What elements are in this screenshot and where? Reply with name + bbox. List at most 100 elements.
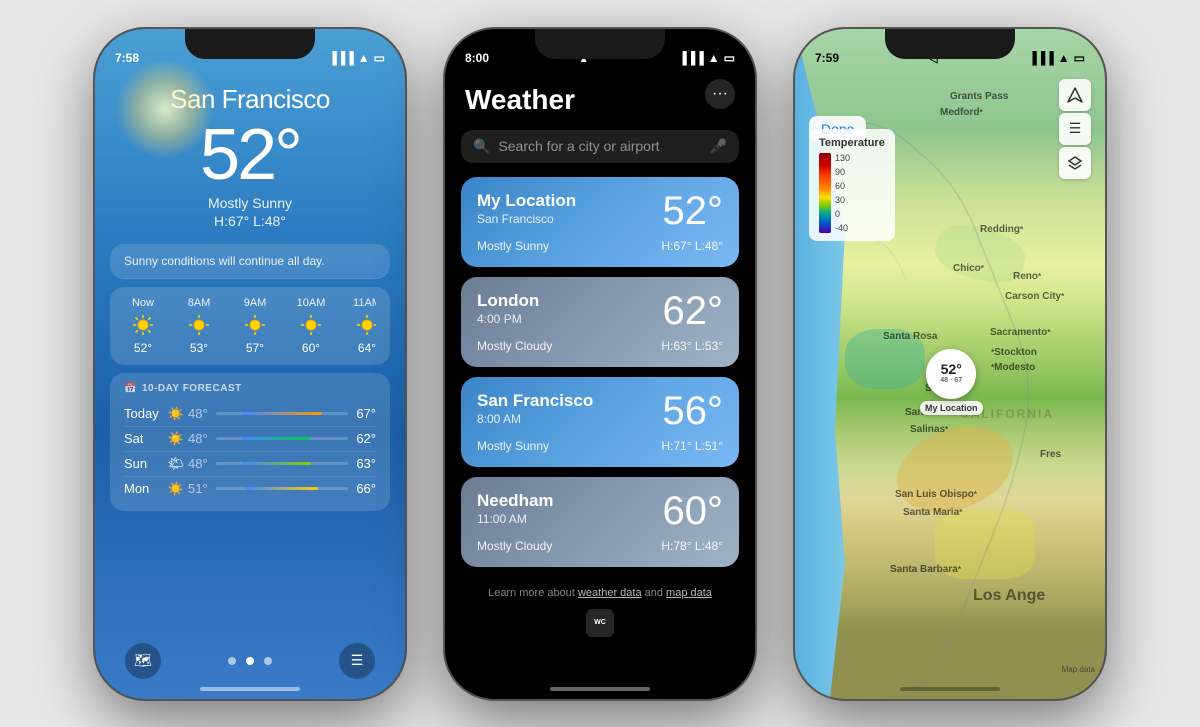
forecast-hi: 67° <box>356 406 376 421</box>
bottom-toolbar: 🗺 ☰ <box>95 643 405 679</box>
forecast-header-text: 10-DAY FORECAST <box>142 383 242 394</box>
hourly-forecast[interactable]: Now 52° <box>110 287 390 365</box>
city-card-my-location[interactable]: My Location San Francisco 52° Mostly Sun… <box>461 177 739 267</box>
layers-icon <box>1067 155 1083 171</box>
city-card-info: Needham 11:00 AM <box>477 491 554 526</box>
forecast-lo: 51° <box>188 481 208 496</box>
forecast-day: Sat <box>124 431 164 446</box>
ten-day-forecast: 📅 10-DAY FORECAST Today ☀️ 48° 67° Sat ☀… <box>110 373 390 511</box>
temp-label-60: 60 <box>835 181 850 191</box>
temp-labels: 130 90 60 30 0 -40 <box>835 153 850 233</box>
city-card-hilo: H:67° L:48° <box>661 239 723 253</box>
city-card-time: 11:00 AM <box>477 512 554 526</box>
city-card-temp: 62° <box>663 291 724 331</box>
map-label-modesto: *Modesto <box>991 362 1035 373</box>
map-attribution: Map data <box>1062 665 1095 674</box>
hour-label: 8AM <box>188 297 211 309</box>
map-label-redding: Redding* <box>980 224 1023 235</box>
phone-2-screen: 8:00 ▲ ▐▐▐ ▲ ▭ ··· Weather 🔍 Search for … <box>445 29 755 699</box>
forecast-icon-sun: ☀️ <box>164 406 188 422</box>
list-button[interactable]: ☰ <box>339 643 375 679</box>
calendar-icon: 📅 <box>124 383 137 394</box>
hour-item-now: Now 52° <box>124 297 162 355</box>
page-dot-1 <box>228 657 236 665</box>
weather-list-title: Weather <box>461 84 739 116</box>
city-card-temp: 56° <box>663 391 724 431</box>
phone-1-frame: 7:58 ▐▐▐ ▲ ▭ San Francisco 52° Mostly Su… <box>95 29 405 699</box>
city-card-condition: Mostly Sunny <box>477 439 549 453</box>
map-button[interactable]: 🗺 <box>125 643 161 679</box>
home-indicator-1 <box>200 687 300 691</box>
city-card-top: Needham 11:00 AM 60° <box>477 491 723 531</box>
location-arrow-button[interactable] <box>1059 79 1091 111</box>
city-card-needham[interactable]: Needham 11:00 AM 60° Mostly Cloudy H:78°… <box>461 477 739 567</box>
time-display: 7:58 <box>115 51 139 65</box>
battery-icon-2: ▭ <box>724 51 735 65</box>
wc-logo-text: WC <box>594 619 606 626</box>
pin-lo: 48 <box>940 377 948 385</box>
search-bar[interactable]: 🔍 Search for a city or airport 🎤 <box>461 130 739 163</box>
sun-icon-9am <box>244 314 266 336</box>
city-card-bottom: Mostly Cloudy H:63° L:53° <box>477 339 723 353</box>
hour-item-8am: 8AM 53° <box>180 297 218 355</box>
forecast-bar <box>216 462 349 465</box>
search-icon: 🔍 <box>473 138 490 155</box>
city-card-top: London 4:00 PM 62° <box>477 291 723 331</box>
wc-logo: WC <box>461 609 739 637</box>
pin-temperature: 52° <box>940 362 962 377</box>
forecast-day: Today <box>124 406 164 421</box>
search-input[interactable]: Search for a city or airport <box>498 138 701 154</box>
map-label-chico: Chico* <box>953 263 984 274</box>
city-card-hilo: H:63° L:53° <box>661 339 723 353</box>
city-card-name: San Francisco <box>477 391 593 411</box>
hour-temp: 52° <box>134 341 152 355</box>
forecast-bar-fill <box>242 412 322 415</box>
pin-label: My Location <box>920 401 983 415</box>
forecast-bar-fill <box>242 437 308 440</box>
weather-channel-logo: WC <box>586 609 614 637</box>
home-indicator-3 <box>900 687 1000 691</box>
forecast-icon-partly-cloudy: 🌤 <box>164 456 188 472</box>
more-options-button[interactable]: ··· <box>705 79 735 109</box>
map-label-fresno: Fres <box>1040 449 1061 460</box>
city-card-bottom: Mostly Cloudy H:78° L:48° <box>477 539 723 553</box>
page-dot-active <box>246 657 254 665</box>
city-card-london[interactable]: London 4:00 PM 62° Mostly Cloudy H:63° L… <box>461 277 739 367</box>
city-card-temp: 52° <box>663 191 724 231</box>
pin-separator: · <box>950 377 952 385</box>
city-card-san-francisco[interactable]: San Francisco 8:00 AM 56° Mostly Sunny H… <box>461 377 739 467</box>
signal-icon: ▐▐▐ <box>328 51 354 65</box>
temp-label-130: 130 <box>835 153 850 163</box>
weather-list-screen: 8:00 ▲ ▐▐▐ ▲ ▭ ··· Weather 🔍 Search for … <box>445 29 755 699</box>
notch-1 <box>185 29 315 59</box>
notch-3 <box>885 29 1015 59</box>
mic-icon[interactable]: 🎤 <box>710 138 727 155</box>
city-card-time: 4:00 PM <box>477 312 539 326</box>
hi-lo-display: H:67° L:48° <box>115 213 385 229</box>
weather-data-link[interactable]: weather data <box>578 587 642 599</box>
pin-hi: 67 <box>954 377 962 385</box>
notch-2 <box>535 29 665 59</box>
signal-icon-3: ▐▐▐ <box>1028 51 1054 65</box>
forecast-lo: 48° <box>188 406 208 421</box>
city-card-hilo: H:78° L:48° <box>661 539 723 553</box>
phone-1-screen: 7:58 ▐▐▐ ▲ ▭ San Francisco 52° Mostly Su… <box>95 29 405 699</box>
city-card-condition: Mostly Cloudy <box>477 339 552 353</box>
layers-button[interactable] <box>1059 147 1091 179</box>
battery-icon-3: ▭ <box>1074 51 1085 65</box>
hour-item-10am: 10AM 60° <box>292 297 330 355</box>
map-data-link[interactable]: map data <box>666 587 712 599</box>
hour-temp: 64° <box>358 341 376 355</box>
map-label-santa-barbara: Santa Barbara* <box>890 564 961 575</box>
hour-temp: 57° <box>246 341 264 355</box>
city-card-info: My Location San Francisco <box>477 191 576 226</box>
city-card-hilo: H:71° L:51° <box>661 439 723 453</box>
condition-banner: Sunny conditions will continue all day. <box>110 244 390 279</box>
pin-hi-lo: 48 · 67 <box>940 377 962 385</box>
time-display-2: 8:00 <box>465 51 489 65</box>
arrow-icon <box>1067 87 1083 103</box>
map-attribution-text: Map data <box>1062 665 1095 674</box>
footer-text: Learn more about weather data and map da… <box>461 577 739 604</box>
forecast-row-today: Today ☀️ 48° 67° <box>124 402 376 427</box>
list-view-button[interactable]: ☰ <box>1059 113 1091 145</box>
